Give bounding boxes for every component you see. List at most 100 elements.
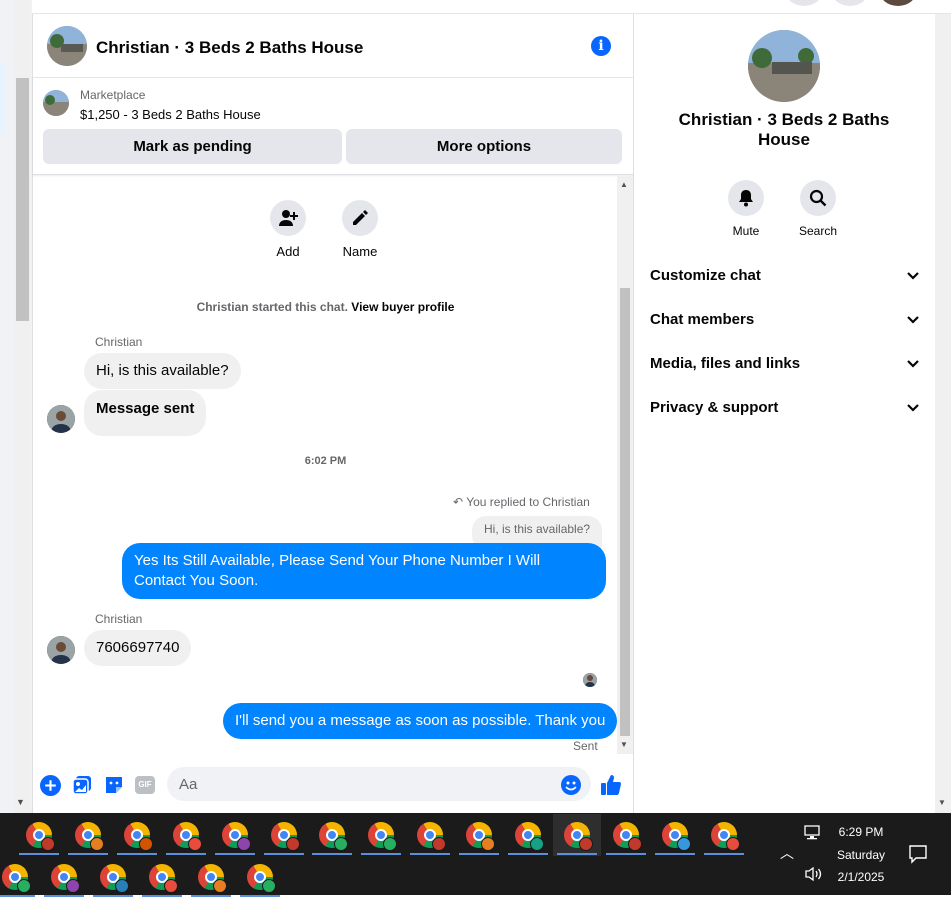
- incoming-message[interactable]: Message sent: [84, 390, 207, 436]
- page-scrollbar-thumb[interactable]: [16, 78, 29, 321]
- section-media-files-links[interactable]: Media, files and links: [650, 355, 920, 379]
- chrome-profile-taskbar-button[interactable]: [455, 814, 503, 856]
- message-input[interactable]: [167, 767, 591, 801]
- chrome-icon: [172, 822, 202, 851]
- network-icon[interactable]: [804, 825, 822, 846]
- outgoing-message[interactable]: Yes Its Still Available, Please Send You…: [122, 543, 606, 599]
- page-scroll-down-arrow[interactable]: ▼: [16, 797, 25, 807]
- profile-badge-icon: [236, 837, 251, 851]
- name-label: Name: [342, 244, 378, 259]
- incoming-message[interactable]: Hi, is this available?: [84, 353, 241, 389]
- chat-avatar[interactable]: [47, 26, 87, 66]
- chrome-profile-taskbar-button[interactable]: [113, 814, 161, 856]
- mark-as-pending-button[interactable]: Mark as pending: [43, 129, 342, 164]
- chrome-profile-taskbar-button[interactable]: [552, 814, 601, 856]
- browser-scrollbar[interactable]: ▼: [935, 14, 951, 813]
- chrome-profile-taskbar-button[interactable]: [236, 856, 284, 898]
- chrome-profile-taskbar-button[interactable]: [602, 814, 650, 856]
- section-chat-members[interactable]: Chat members: [650, 311, 920, 335]
- profile-badge-icon: [17, 879, 31, 893]
- chrome-profile-taskbar-button[interactable]: [406, 814, 454, 856]
- emoji-icon[interactable]: [560, 774, 582, 796]
- header-profile-avatar[interactable]: [880, 0, 916, 6]
- volume-icon[interactable]: [804, 866, 824, 887]
- add-people-action[interactable]: Add: [258, 200, 318, 259]
- chrome-profile-taskbar-button[interactable]: [504, 814, 552, 856]
- profile-badge-icon: [676, 837, 691, 851]
- name-action[interactable]: Name: [330, 200, 390, 259]
- chrome-profile-taskbar-button[interactable]: [138, 856, 186, 898]
- header-menu-button[interactable]: [786, 0, 822, 6]
- profile-badge-icon: [114, 879, 129, 893]
- section-label: Privacy & support: [650, 399, 779, 416]
- view-buyer-profile-link[interactable]: View buyer profile: [351, 300, 454, 314]
- message-status: Sent: [573, 739, 598, 753]
- clock-day[interactable]: Saturday: [822, 848, 900, 862]
- chrome-icon: [466, 822, 496, 851]
- seen-avatar: [583, 673, 597, 687]
- sticker-icon[interactable]: [103, 774, 125, 796]
- sender-avatar[interactable]: [47, 405, 75, 433]
- chrome-profile-taskbar-button[interactable]: [162, 814, 210, 856]
- clock-time[interactable]: 6:29 PM: [822, 825, 900, 839]
- clock-date[interactable]: 2/1/2025: [822, 870, 900, 884]
- chrome-profile-taskbar-button[interactable]: [89, 856, 137, 898]
- message-scroll-down-arrow[interactable]: ▼: [620, 740, 628, 749]
- chrome-profile-taskbar-button[interactable]: [64, 814, 112, 856]
- chrome-profile-taskbar-button[interactable]: [0, 856, 39, 898]
- notification-center-icon[interactable]: [908, 844, 928, 869]
- listing-thumbnail[interactable]: [43, 90, 69, 116]
- chat-title[interactable]: Christian · 3 Beds 2 Baths House: [96, 38, 363, 58]
- more-options-button[interactable]: More options: [346, 129, 622, 164]
- incoming-message[interactable]: 7606697740: [84, 630, 192, 666]
- profile-badge-icon: [163, 879, 178, 893]
- header-notifications-button[interactable]: [832, 0, 868, 6]
- gif-icon[interactable]: GIF: [134, 774, 156, 796]
- chevron-down-icon: [907, 404, 919, 412]
- chrome-profile-taskbar-button[interactable]: [308, 814, 356, 856]
- listing-price-title[interactable]: $1,250 - 3 Beds 2 Baths House: [80, 107, 261, 122]
- search-icon: [800, 180, 836, 216]
- info-icon[interactable]: i: [591, 36, 611, 56]
- photo-icon[interactable]: [71, 774, 93, 796]
- like-icon[interactable]: [600, 774, 622, 796]
- profile-badge-icon: [383, 837, 398, 851]
- chrome-icon: [197, 864, 227, 893]
- section-privacy-support[interactable]: Privacy & support: [650, 399, 920, 423]
- chrome-profile-taskbar-button[interactable]: [40, 856, 88, 898]
- mute-label: Mute: [732, 224, 760, 238]
- chrome-profile-taskbar-button[interactable]: [15, 814, 63, 856]
- conversation-avatar[interactable]: [748, 30, 820, 102]
- chrome-icon: [319, 822, 349, 851]
- outgoing-message[interactable]: I'll send you a message as soon as possi…: [223, 703, 618, 739]
- chrome-profile-taskbar-button[interactable]: [211, 814, 259, 856]
- chrome-icon: [246, 864, 276, 893]
- chrome-profile-taskbar-button[interactable]: [651, 814, 699, 856]
- sender-name: Christian: [95, 335, 143, 349]
- browser-scroll-down-arrow[interactable]: ▼: [938, 798, 946, 807]
- profile-badge-icon: [578, 837, 593, 851]
- chrome-icon: [26, 822, 55, 851]
- section-label: Media, files and links: [650, 355, 801, 372]
- chrome-profile-taskbar-button[interactable]: [357, 814, 405, 856]
- sender-name: Christian: [95, 612, 143, 626]
- chrome-profile-taskbar-button[interactable]: [700, 814, 748, 856]
- profile-badge-icon: [89, 837, 104, 851]
- sender-avatar[interactable]: [47, 636, 75, 664]
- chevron-up-icon[interactable]: ︿: [780, 843, 794, 863]
- reply-context-text: You replied to Christian: [466, 495, 590, 509]
- chrome-profile-taskbar-button[interactable]: [187, 856, 235, 898]
- reply-arrow-icon: ↶: [453, 495, 464, 509]
- plus-circle-icon[interactable]: [39, 774, 61, 796]
- mute-action[interactable]: Mute: [716, 180, 776, 238]
- section-customize-chat[interactable]: Customize chat: [650, 267, 920, 291]
- profile-badge-icon: [334, 837, 349, 851]
- chevron-down-icon: [907, 360, 919, 368]
- message-scrollbar-thumb[interactable]: [620, 288, 630, 736]
- chat-started-text: Christian started this chat.: [196, 300, 348, 314]
- message-scroll-up-arrow[interactable]: ▲: [620, 180, 628, 189]
- conversation-info-panel: Christian · 3 Beds 2 Baths House Mute Se…: [634, 14, 935, 813]
- chrome-profile-taskbar-button[interactable]: [260, 814, 308, 856]
- search-action[interactable]: Search: [788, 180, 848, 238]
- chrome-icon: [2, 864, 31, 893]
